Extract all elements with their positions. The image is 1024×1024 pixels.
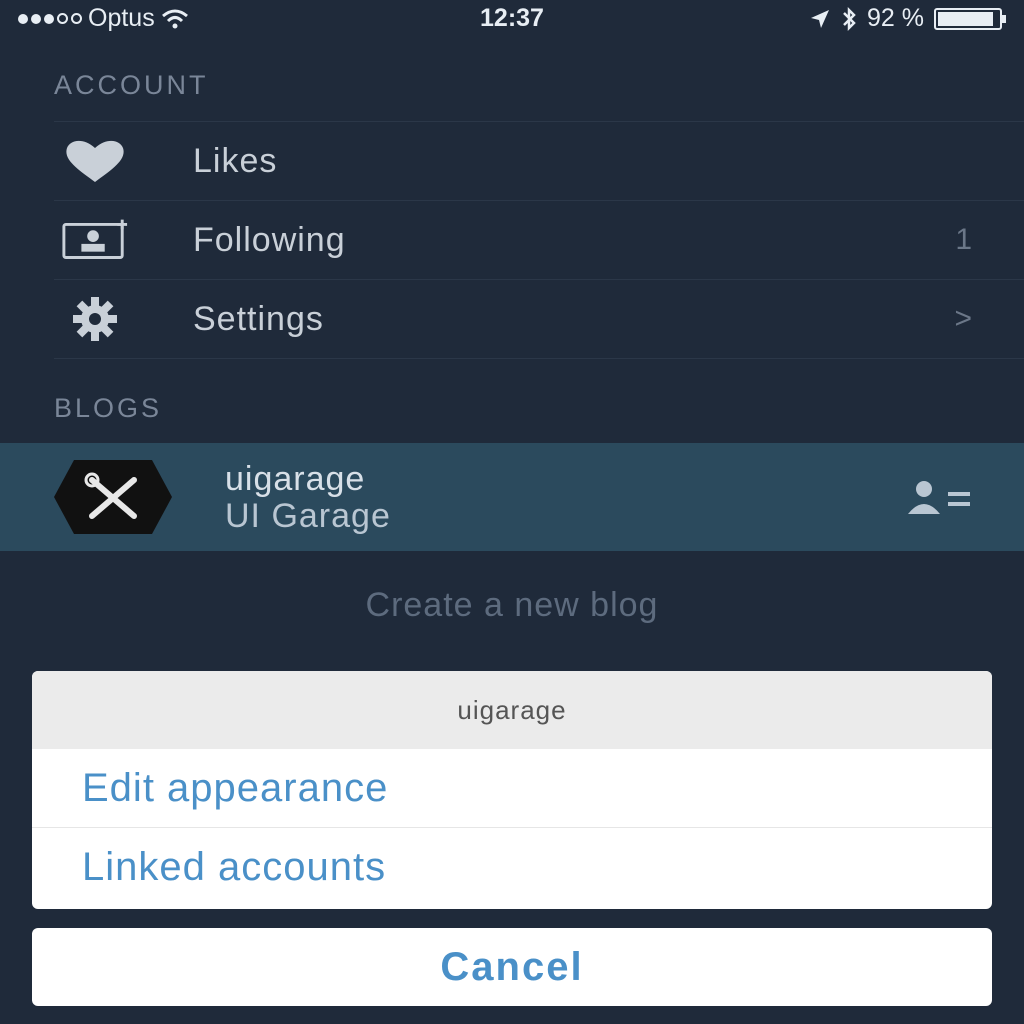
account-item-label: Settings bbox=[193, 299, 324, 338]
action-sheet-title: uigarage bbox=[32, 671, 992, 749]
following-count: 1 bbox=[955, 223, 972, 256]
section-title-account: ACCOUNT bbox=[54, 70, 209, 100]
gear-icon bbox=[60, 294, 130, 344]
section-title-blogs: BLOGS bbox=[54, 393, 163, 423]
bluetooth-icon bbox=[843, 6, 856, 31]
blog-title: UI Garage bbox=[225, 497, 391, 535]
following-icon bbox=[60, 215, 130, 265]
account-item-following[interactable]: Following 1 bbox=[0, 200, 1024, 280]
account-item-likes[interactable]: Likes bbox=[0, 121, 1024, 201]
account-item-settings[interactable]: Settings > bbox=[0, 279, 1024, 359]
blog-avatar-icon[interactable] bbox=[54, 460, 172, 534]
manage-members-icon[interactable] bbox=[902, 478, 974, 518]
blog-name: uigarage bbox=[225, 460, 366, 498]
status-right-group: 92 % bbox=[809, 4, 1006, 33]
account-item-label: Following bbox=[193, 220, 346, 259]
action-sheet: uigarage Edit appearance Linked accounts bbox=[32, 671, 992, 909]
edit-appearance-button[interactable]: Edit appearance bbox=[32, 749, 992, 827]
battery-icon bbox=[934, 7, 1006, 30]
chevron-right-icon: > bbox=[954, 302, 972, 335]
cancel-button[interactable]: Cancel bbox=[32, 928, 992, 1006]
account-item-label: Likes bbox=[193, 141, 278, 180]
status-bar: Optus 12:37 92 % bbox=[0, 0, 1024, 40]
battery-percent: 92 % bbox=[867, 4, 924, 32]
divider bbox=[54, 358, 1024, 359]
create-blog-button[interactable]: Create a new blog bbox=[0, 586, 1024, 625]
heart-icon bbox=[60, 136, 130, 186]
location-arrow-icon bbox=[811, 9, 830, 28]
linked-accounts-button[interactable]: Linked accounts bbox=[32, 828, 992, 906]
